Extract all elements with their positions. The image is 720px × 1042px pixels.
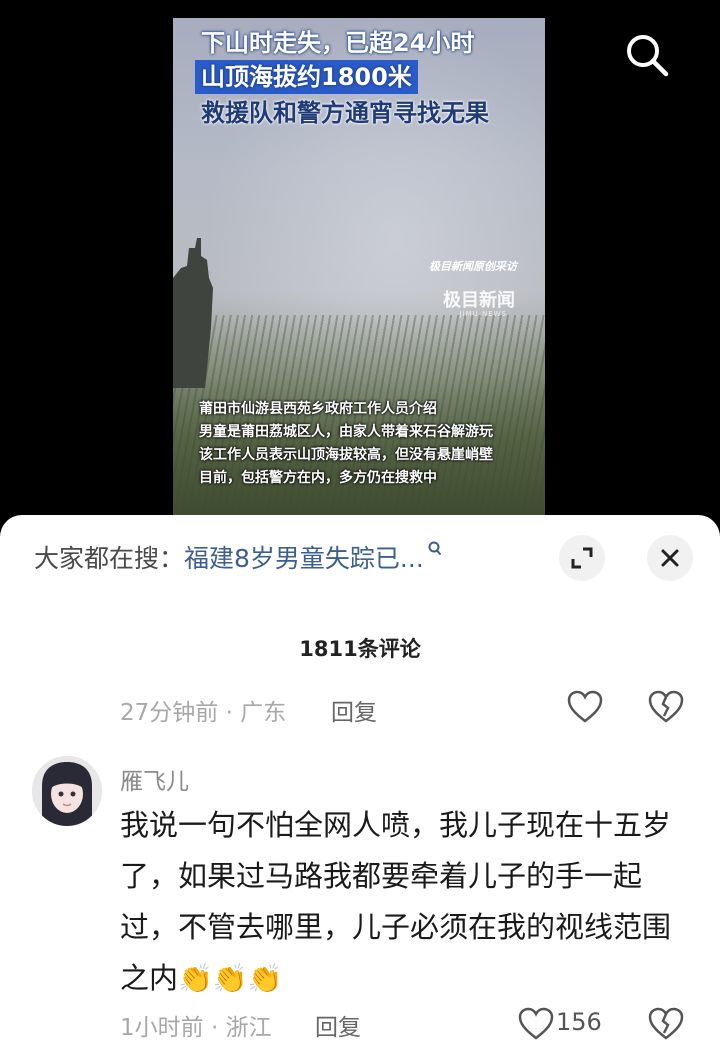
subtitle-line: 目前，包括警方在内，多方仍在搜救中: [199, 470, 437, 486]
close-icon: [661, 549, 679, 567]
prev-comment-meta: 27分钟前 · 广东: [120, 700, 287, 726]
person-silhouette: [173, 238, 213, 388]
heart-icon[interactable]: [567, 690, 603, 724]
expand-icon: [571, 547, 593, 569]
comment-count: 1811条评论: [299, 637, 421, 661]
search-icon[interactable]: [622, 30, 672, 80]
comment-username[interactable]: 雁飞儿: [120, 762, 189, 796]
suggestion-query[interactable]: 福建8岁男童失踪已...: [184, 544, 424, 573]
video-player[interactable]: 下山时走失，已超24小时 山顶海拔约1800米 救援队和警方通宵寻找无果 极目新…: [0, 0, 720, 515]
subtitle-line: 该工作人员表示山顶海拔较高，但没有悬崖峭壁: [199, 447, 493, 463]
prev-reply-button[interactable]: 回复: [331, 693, 377, 727]
like-count: 156: [556, 1008, 602, 1036]
search-small-icon: [428, 541, 441, 555]
suggestion-label: 大家都在搜：: [34, 544, 185, 573]
avatar[interactable]: [32, 756, 102, 826]
headline-line-1: 下山时走失，已超24小时: [201, 29, 475, 57]
dislike-icon[interactable]: [648, 690, 684, 724]
subtitle-line: 男童是莆田荔城区人，由家人带着来石谷解游玩: [199, 424, 493, 440]
expand-button[interactable]: [559, 535, 605, 581]
comment-sheet: 大家都在搜：福建8岁男童失踪已... 1811条评论 27分钟前 · 广东 回复: [0, 515, 720, 1042]
clap-emoji: 👏👏👏: [178, 962, 283, 995]
watermark-logo: 极目新闻: [443, 290, 515, 311]
avatar-image: [32, 756, 102, 826]
subtitle-line: 莆田市仙游县西苑乡政府工作人员介绍: [199, 401, 437, 417]
comment-meta: 1小时前 · 浙江: [120, 1015, 272, 1041]
dislike-icon[interactable]: [648, 1007, 684, 1041]
video-frame: 下山时走失，已超24小时 山顶海拔约1800米 救援队和警方通宵寻找无果 极目新…: [173, 18, 545, 515]
watermark-original: 极目新闻原创采访: [429, 260, 517, 273]
watermark-logo-en: JIMU NEWS: [459, 310, 507, 318]
search-suggestion[interactable]: 大家都在搜：福建8岁男童失踪已...: [34, 539, 442, 575]
headline-line-3: 救援队和警方通宵寻找无果: [201, 99, 489, 127]
reply-button[interactable]: 回复: [315, 1008, 361, 1042]
heart-icon[interactable]: [518, 1007, 554, 1041]
video-subtitles: 莆田市仙游县西苑乡政府工作人员介绍 男童是莆田荔城区人，由家人带着来石谷解游玩 …: [199, 398, 539, 490]
headline-line-2: 山顶海拔约1800米: [195, 60, 418, 94]
video-headline: 下山时走失，已超24小时 山顶海拔约1800米 救援队和警方通宵寻找无果: [195, 26, 537, 130]
comment-text: 我说一句不怕全网人喷，我儿子现在十五岁了，如果过马路我都要牵着儿子的手一起过，不…: [120, 800, 680, 1004]
close-button[interactable]: [647, 535, 693, 581]
